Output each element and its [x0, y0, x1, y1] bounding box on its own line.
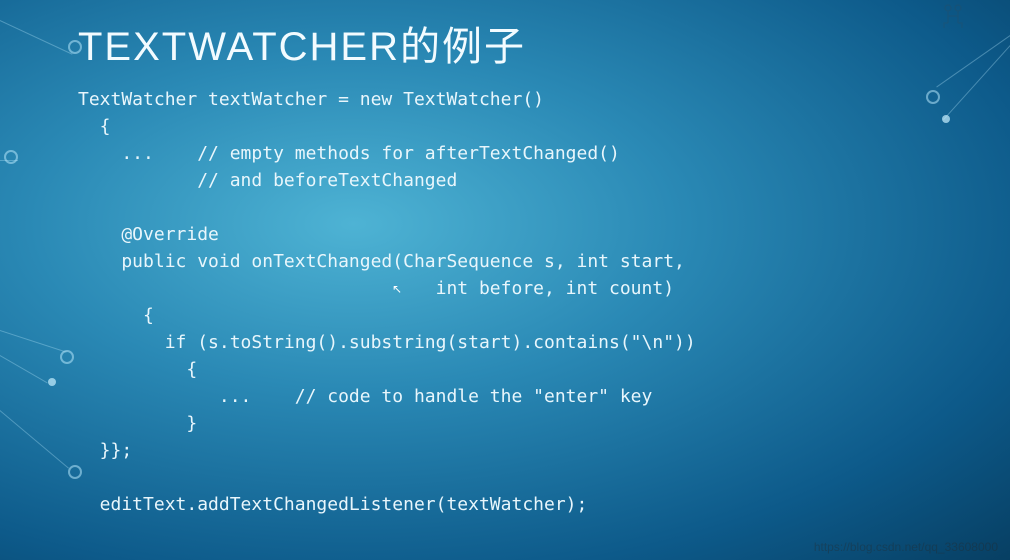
decoration-circle	[926, 90, 940, 104]
watermark-logo-icon	[936, 2, 996, 39]
slide: TEXTWATCHER的例子 TextWatcher textWatcher =…	[0, 0, 1010, 560]
decoration-dot	[48, 378, 56, 386]
decoration-dot	[942, 115, 950, 123]
decoration-circle	[4, 150, 18, 164]
decoration-line	[0, 20, 73, 55]
slide-title: TEXTWATCHER的例子	[78, 14, 526, 72]
code-block: TextWatcher textWatcher = new TextWatche…	[78, 86, 696, 518]
watermark-url: https://blog.csdn.net/qq_33608000	[814, 540, 998, 554]
decoration-line	[943, 45, 1010, 120]
mouse-cursor-icon: ↖	[392, 282, 402, 296]
decoration-line	[936, 35, 1010, 87]
decoration-line	[0, 410, 69, 469]
decoration-circle	[60, 350, 74, 364]
decoration-line	[0, 160, 18, 161]
decoration-line	[0, 355, 48, 383]
decoration-line	[0, 330, 67, 353]
